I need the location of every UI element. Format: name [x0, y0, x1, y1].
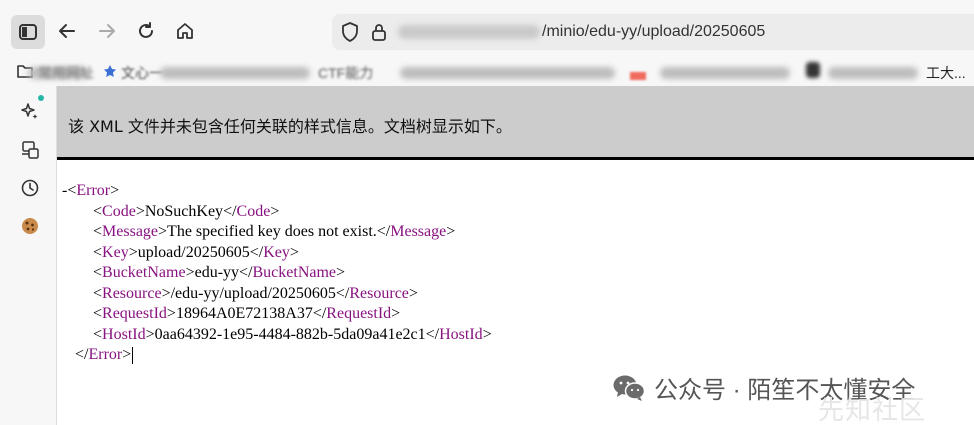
xml-value: upload/20250605 [137, 243, 250, 261]
notification-dot [38, 95, 44, 101]
url-redacted-host [398, 25, 540, 39]
xml-style-notice: 该 XML 文件并未包含任何关联的样式信息。文档树显示如下。 [57, 86, 974, 160]
notice-text: 该 XML 文件并未包含任何关联的样式信息。文档树显示如下。 [68, 117, 512, 136]
xml-element-resource: <Resource>/edu-yy/upload/20250605</Resou… [93, 284, 418, 302]
text-cursor [132, 346, 134, 364]
back-button[interactable] [52, 16, 82, 46]
wechat-icon [613, 375, 646, 401]
xml-tag-name: Key [263, 243, 290, 261]
sidebar-toggle-button[interactable] [11, 15, 45, 49]
xml-root-open: -<Error> [62, 182, 120, 199]
address-bar[interactable]: /minio/edu-yy/upload/20250605 [332, 14, 974, 50]
xml-value: edu-yy [194, 264, 240, 281]
home-icon [177, 23, 193, 39]
bookmark-redacted [160, 67, 310, 79]
bookmark-item-label[interactable]: CTF能力 [318, 63, 373, 83]
xml-tag-name: HostId [102, 325, 146, 343]
reload-button[interactable] [131, 16, 161, 46]
arrow-left-icon [59, 24, 75, 38]
xml-tag-name: BucketName [102, 264, 186, 281]
xml-element-key: <Key>upload/20250605</Key> [93, 243, 299, 261]
xml-value: The specified key does not exist. [167, 223, 377, 240]
xml-element-bucketname: <BucketName>edu-yy</BucketName> [93, 264, 346, 281]
xml-tag-name: Code [102, 202, 136, 220]
xml-tag-name: Message [390, 223, 447, 240]
xml-value: NoSuchKey [144, 202, 224, 220]
xml-tag-name: Error [76, 182, 111, 199]
xml-tag-name: HostId [439, 325, 483, 343]
bookmark-redacted [828, 67, 918, 79]
xml-tag-name: Key [102, 243, 129, 261]
xml-value: 18964A0E72138A37 [175, 305, 313, 322]
bookmark-redacted [400, 67, 615, 79]
xml-element-requestid: <RequestId>18964A0E72138A37</RequestId> [93, 305, 401, 322]
url-text[interactable]: /minio/edu-yy/upload/20250605 [542, 23, 765, 41]
bookmark-item-label[interactable]: 文心一 [121, 63, 163, 83]
bookmark-favicon-icon [806, 62, 820, 78]
xml-element-message: <Message>The specified key does not exis… [93, 223, 456, 240]
browser-toolbar: /minio/edu-yy/upload/20250605 [0, 0, 974, 58]
xml-tag-name: Code [236, 202, 271, 220]
home-button[interactable] [170, 16, 200, 46]
bookmark-redacted [660, 67, 790, 79]
sparkle-icon[interactable] [19, 100, 41, 122]
xml-tag-name: Error [88, 346, 123, 363]
history-clock-icon[interactable] [19, 177, 41, 199]
shield-icon[interactable] [340, 22, 360, 42]
bookmarks-bar: 常用网址 文心一 CTF能力 工大... [0, 58, 974, 86]
xml-root-close: </Error> [75, 346, 134, 364]
xml-tag-name: BucketName [252, 264, 337, 281]
xml-value: 0aa64392-1e95-4484-882b-5da09a41e2c1 [154, 325, 426, 343]
xml-tag-name: RequestId [326, 305, 392, 322]
sidebar-icon [19, 24, 37, 40]
forward-button[interactable] [92, 16, 122, 46]
bookmark-item-label[interactable]: 工大... [926, 63, 966, 83]
xml-tree: -<Error> <Code>NoSuchKey</Code> <Message… [62, 181, 492, 366]
reload-icon [139, 22, 153, 38]
xml-element-hostid: <HostId>0aa64392-1e95-4484-882b-5da09a41… [93, 325, 492, 343]
lock-icon[interactable] [369, 22, 389, 42]
synced-devices-icon[interactable] [19, 139, 41, 161]
cookie-icon[interactable] [19, 215, 41, 237]
bookmark-item-label[interactable]: 常用网址 [38, 63, 94, 83]
xml-element-code: <Code>NoSuchKey</Code> [93, 202, 280, 220]
arrow-right-icon [99, 24, 115, 38]
xml-tag-name: Message [102, 223, 159, 240]
watermark-faint-text: 先知社区 [818, 395, 927, 425]
xml-tag-name: RequestId [102, 305, 167, 322]
xml-value: /edu-yy/upload/20250605 [170, 284, 336, 302]
bookmark-favicon-icon [103, 64, 117, 83]
bookmark-favicon-icon [630, 72, 646, 80]
xml-tag-name: Resource [349, 284, 409, 302]
browser-sidebar [0, 86, 57, 425]
xml-tag-name: Resource [102, 284, 162, 302]
